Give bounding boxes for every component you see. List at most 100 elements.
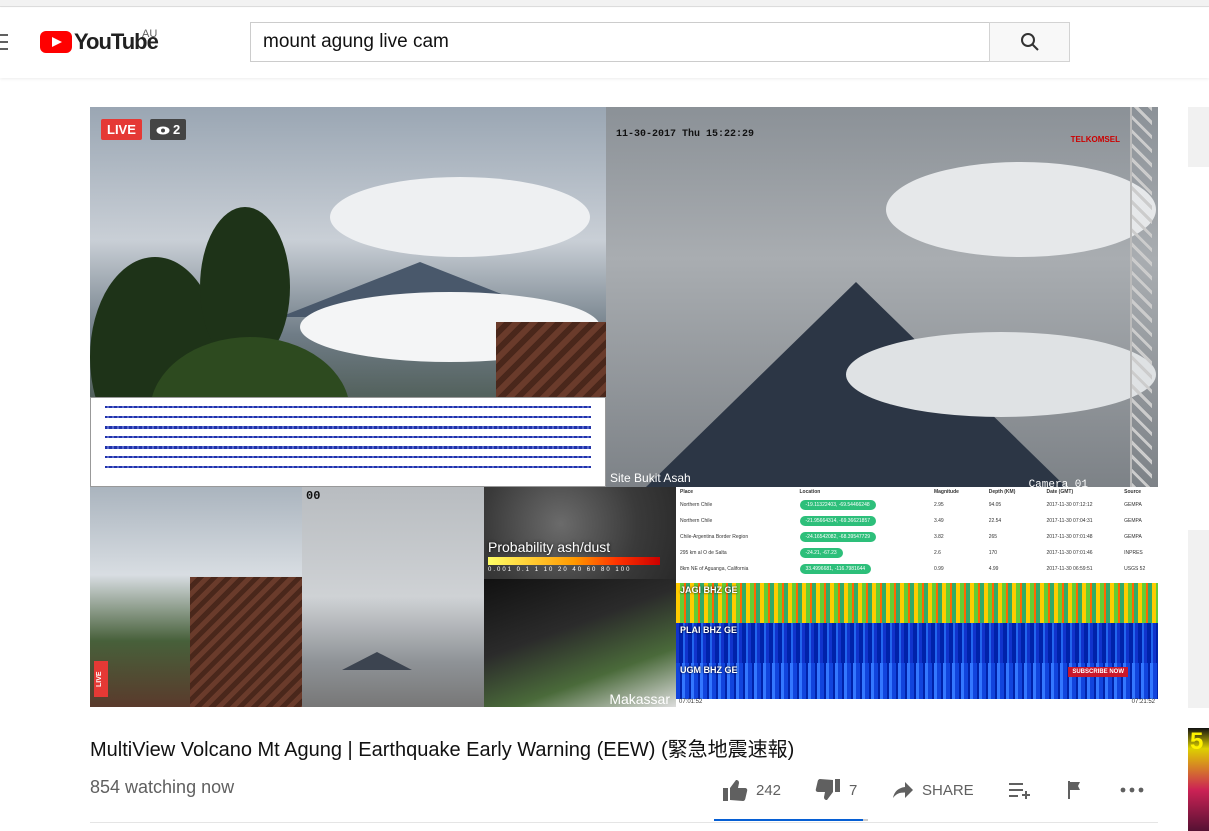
cell-magnitude: 0.99	[933, 566, 944, 572]
spectrogram-plai: PLAI BHZ GE	[676, 623, 1158, 663]
camera-number: 00	[306, 489, 321, 503]
cell-location: -19.11322403, -69.54466248	[799, 500, 876, 510]
seismo-trace	[105, 416, 591, 418]
youtube-logo[interactable]: YouTube	[40, 29, 159, 54]
dislike-count: 7	[849, 781, 858, 799]
spectrogram-label: JAGI BHZ GE	[680, 585, 738, 595]
cell-source: USGS 52	[1124, 566, 1146, 572]
spectrogram-jagi: JAGI BHZ GE	[676, 583, 1158, 623]
hamburger-menu-icon[interactable]	[0, 34, 8, 50]
cell-depth: 94.05	[988, 502, 1002, 508]
video-player[interactable]: LIVE 2 11-30-2017 Thu 15:22:29 TELKOMSEL…	[90, 107, 1158, 707]
viewer-count-badge: 2	[150, 119, 187, 140]
col-place: Place	[680, 489, 694, 495]
makassar-label: Makassar	[609, 691, 670, 707]
ash-color-scale	[488, 557, 660, 565]
cell-date: 2017-11-30 07:12:12	[1046, 502, 1093, 508]
site-label: Site Bukit Asah	[610, 471, 691, 485]
camera-timestamp: 11-30-2017 Thu 15:22:29	[616, 129, 755, 140]
col-source: Source	[1124, 489, 1142, 495]
cell-location: -21.95664314, -69.36621857	[799, 516, 877, 526]
more-actions-button[interactable]	[1120, 776, 1144, 804]
volcano-silhouette	[342, 652, 412, 670]
cell-place: Northern Chile	[680, 502, 713, 508]
share-label: SHARE	[922, 781, 974, 799]
dislike-button[interactable]: 7	[815, 776, 857, 804]
camera-label: Camera 01	[1028, 479, 1088, 487]
more-horizontal-icon	[1120, 787, 1144, 793]
report-button[interactable]	[1066, 776, 1084, 804]
cloud	[886, 162, 1156, 257]
cell-source: GEMPA	[1124, 518, 1142, 524]
cell-magnitude: 2.6	[933, 550, 941, 556]
webcam-feed-bukit-asah: 11-30-2017 Thu 15:22:29 TELKOMSEL Site B…	[606, 107, 1158, 487]
seismo-trace	[105, 436, 591, 438]
roof	[190, 577, 302, 707]
seismo-trace	[105, 446, 591, 449]
cell-place: 8km NE of Aguanga, California	[680, 566, 749, 572]
eye-icon	[156, 126, 170, 135]
table-row: Chile-Argentina Border Region -24.165420…	[676, 529, 1158, 545]
table-row: 8km NE of Aguanga, California 33.4996681…	[676, 561, 1158, 577]
webcam-feed-village: LIVE	[90, 487, 302, 707]
watching-count: 854 watching now	[90, 777, 235, 797]
viewer-count: 2	[173, 122, 181, 137]
cell-date: 2017-11-30 07:04:31	[1046, 518, 1093, 524]
search-input[interactable]: mount agung live cam	[250, 22, 990, 62]
video-title: MultiView Volcano Mt Agung | Earthquake …	[90, 739, 795, 761]
telkomsel-logo: TELKOMSEL	[1070, 135, 1120, 144]
seismo-trace	[105, 406, 591, 408]
seismogram-panel	[90, 397, 606, 487]
sentiment-bar	[714, 819, 868, 821]
sidebar-thumbnail[interactable]: 5	[1188, 728, 1209, 831]
earthquake-table-header: Place Location Magnitude Depth (KM) Date…	[676, 487, 1158, 497]
share-button[interactable]: SHARE	[892, 776, 974, 804]
cell-source: INPRES	[1124, 550, 1143, 556]
like-count: 242	[756, 781, 782, 799]
divider	[90, 822, 1158, 823]
webcam-feed-haze: 00	[302, 487, 484, 707]
subscribe-now-button[interactable]: SUBSCRIBE NOW	[1068, 667, 1128, 677]
masthead: YouTube AU mount agung live cam	[0, 8, 1209, 78]
search-button[interactable]	[989, 22, 1070, 62]
cell-magnitude: 2.95	[933, 502, 944, 508]
col-magnitude: Magnitude	[933, 489, 959, 495]
cell-location: -24.21, -67.23	[799, 548, 843, 558]
side-live-badge: LIVE	[94, 661, 108, 697]
search-icon	[1020, 33, 1039, 51]
seismo-trace	[105, 426, 591, 429]
ash-scale-ticks: 0.001 0.1 1 10 20 40 60 80 100	[488, 567, 632, 573]
cell-location: 33.4996681, -116.7981644	[799, 564, 872, 574]
region-code: AU	[142, 28, 158, 40]
side-live-text: LIVE	[96, 671, 103, 687]
cell-location: -24.16542082, -68.39547729	[799, 532, 877, 542]
cell-place: Chile-Argentina Border Region	[680, 534, 749, 540]
cell-source: GEMPA	[1124, 502, 1142, 508]
cell-date: 2017-11-30 06:59:51	[1046, 566, 1093, 572]
spec-start-time: 07:01:52	[679, 699, 703, 705]
thumbs-up-icon	[723, 780, 748, 801]
cell-depth: 265	[988, 534, 998, 540]
seismo-trace	[105, 456, 591, 458]
sidebar-thumbnail[interactable]	[1188, 107, 1209, 167]
thumbs-down-icon	[815, 779, 840, 800]
spectrogram-label: UGM BHZ GE	[680, 665, 738, 675]
col-depth: Depth (KM)	[988, 489, 1016, 495]
cloud	[846, 332, 1156, 417]
thumbnail-number-5: 5	[1190, 728, 1204, 755]
like-button[interactable]: 242	[722, 776, 781, 804]
ash-probability-map: Probability ash/dust 0.001 0.1 1 10 20 4…	[484, 487, 676, 579]
flag-icon	[1068, 781, 1080, 799]
sidebar-thumbnail[interactable]	[1188, 530, 1209, 708]
cloud	[330, 177, 590, 257]
live-badge: LIVE	[101, 119, 142, 140]
webcam-feed-makassar: Makassar	[484, 579, 676, 707]
ash-map-label: Probability ash/dust	[488, 539, 611, 555]
share-arrow-icon	[893, 782, 913, 798]
cell-depth: 22.54	[988, 518, 1002, 524]
cell-depth: 170	[988, 550, 998, 556]
radio-tower	[1130, 107, 1152, 487]
col-date: Date (GMT)	[1046, 489, 1074, 495]
cell-magnitude: 3.82	[933, 534, 944, 540]
save-to-playlist-button[interactable]	[1008, 776, 1032, 804]
